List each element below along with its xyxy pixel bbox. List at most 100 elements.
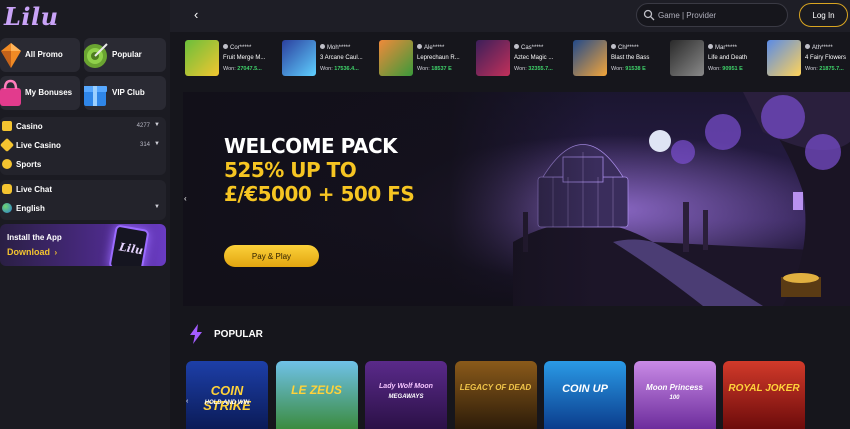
recent-win-item[interactable]: Cas***** Aztec Magic ... Won: 32355.7... [474, 38, 566, 80]
sidebar-item-label: Sports [16, 160, 42, 169]
winner-name: Mar***** [708, 44, 737, 51]
recent-win-item[interactable]: Ale***** Leprechaun R... Won: 18537 E [377, 38, 469, 80]
sidebar-tile-all-promo[interactable]: All Promo [0, 38, 80, 72]
sidebar-tile-popular[interactable]: Popular [84, 38, 166, 72]
hero-headline: WELCOME PACK [224, 134, 398, 158]
game-thumbnail[interactable] [282, 40, 316, 76]
game-card[interactable]: LE ZEUS [275, 361, 358, 429]
chevron-down-icon[interactable]: ▼ [154, 122, 160, 128]
sidebar-tile-my-bonuses[interactable]: My Bonuses [0, 76, 80, 110]
welcome-pack-banner[interactable]: ‹ WELCOME PACK 525% UP TO £/€5000 + 500 … [183, 92, 850, 306]
game-name: Blast the Bass [611, 55, 650, 61]
sidebar-item-label: Live Casino [16, 141, 61, 150]
game-thumbnail[interactable] [379, 40, 413, 76]
sidebar-item-label: Casino [16, 122, 43, 131]
game-thumbnail[interactable] [670, 40, 704, 76]
winner-name: Chl***** [611, 44, 639, 51]
sidebar-tile-label: All Promo [25, 50, 63, 59]
phone-logo-text: Lilu [118, 240, 145, 258]
game-name: Aztec Magic ... [514, 55, 554, 61]
language-selector[interactable]: English ▼ [0, 199, 166, 218]
phone-illustration: Lilu [108, 224, 150, 266]
sidebar-tile-vip-club[interactable]: VIP Club [84, 76, 166, 110]
game-thumbnail[interactable] [185, 40, 219, 76]
chevron-down-icon[interactable]: ▼ [154, 204, 160, 210]
game-count: 4277 [136, 123, 150, 129]
sidebar-item-label: Live Chat [16, 185, 53, 194]
sidebar-item-live-casino[interactable]: Live Casino 314 ▼ [0, 136, 166, 155]
game-title: Moon Princess [646, 383, 703, 392]
win-amount: Won: 90951 E [708, 66, 743, 72]
sidebar-tile-label: VIP Club [112, 88, 145, 97]
game-subtitle: MEGAWAYS [388, 394, 424, 400]
sidebar-item-live-chat[interactable]: Live Chat [0, 180, 166, 199]
user-icon [417, 44, 422, 49]
recent-win-item[interactable]: Cor***** Fruit Merge M... Won: 27047.5... [183, 38, 275, 80]
ball-icon [2, 159, 12, 169]
brand-logo[interactable]: Lilu [4, 2, 59, 31]
game-card[interactable]: LEGACY OF DEAD [454, 361, 537, 429]
game-thumbnail[interactable] [573, 40, 607, 76]
game-title: LE ZEUS [291, 383, 342, 397]
install-app-title: Install the App [7, 233, 62, 242]
gift-box-icon [84, 86, 107, 106]
sidebar-item-casino[interactable]: Casino 4277 ▼ [0, 117, 166, 136]
games-prev-arrow[interactable]: ‹ [186, 398, 188, 405]
game-name: Fruit Merge M... [223, 55, 266, 61]
game-thumbnail[interactable] [476, 40, 510, 76]
pay-and-play-button[interactable]: Pay & Play [224, 245, 319, 267]
win-amount: Won: 21875.7... [805, 66, 844, 72]
winner-name: Ale***** [417, 44, 444, 51]
winner-name: Cor***** [223, 44, 251, 51]
chevron-down-icon[interactable]: ▼ [154, 141, 160, 147]
lightning-icon [190, 324, 202, 344]
recent-win-item[interactable]: Ath***** 4 Fairy Flowers Won: 21875.7... [765, 38, 850, 80]
recent-win-item[interactable]: Mar***** Life and Death Won: 90951 E [668, 38, 760, 80]
game-thumbnail[interactable] [767, 40, 801, 76]
win-amount: Won: 18537 E [417, 66, 452, 72]
game-name: 4 Fairy Flowers [805, 55, 847, 61]
game-subtitle: 100 [669, 395, 680, 401]
game-title: LEGACY OF DEAD [459, 383, 532, 392]
user-icon [223, 44, 228, 49]
hero-offer-line: 525% UP TO [224, 158, 357, 182]
search-placeholder: Game | Provider [658, 11, 717, 20]
login-button[interactable]: Log In [799, 3, 848, 27]
hero-offer-amount: £/€5000 + 500 FS [224, 182, 415, 206]
globe-icon [2, 203, 12, 213]
game-card[interactable]: Lady Wolf Moon MEGAWAYS [365, 361, 447, 429]
game-card[interactable]: ROYAL JOKER [723, 361, 805, 429]
game-title: Lady Wolf Moon [379, 383, 433, 390]
sidebar-item-sports[interactable]: Sports [0, 155, 166, 174]
game-title: COIN UP [562, 383, 608, 395]
popular-games-row: COIN STRIKE HOLD AND WIN LE ZEUS Lady Wolf … [183, 361, 850, 429]
chat-icon [2, 184, 12, 194]
game-subtitle: HOLD AND WIN [204, 400, 250, 406]
download-label: Download [7, 247, 50, 257]
game-card[interactable]: COIN STRIKE HOLD AND WIN [186, 361, 268, 429]
game-count: 314 [139, 142, 150, 148]
winner-name: Ath***** [805, 44, 833, 51]
game-name: Leprechaun R... [417, 55, 460, 61]
hero-prev-arrow[interactable]: ‹ [184, 194, 187, 203]
game-card[interactable]: Moon Princess 100 [633, 361, 716, 429]
sidebar-tile-label: My Bonuses [25, 88, 73, 97]
user-icon [320, 44, 325, 49]
game-title: COIN STRIKE [203, 383, 251, 413]
user-icon [805, 44, 810, 49]
search-input[interactable]: Game | Provider [636, 3, 788, 27]
search-icon [643, 9, 655, 21]
target-icon [84, 43, 108, 68]
recent-win-item[interactable]: Moh***** 3 Arcane Caul... Won: 17536.4... [280, 38, 372, 80]
game-card[interactable]: COIN UP [544, 361, 626, 429]
recent-win-item[interactable]: Chl***** Blast the Bass Won: 91538 E [571, 38, 663, 80]
win-amount: Won: 27047.5... [223, 66, 262, 72]
chevron-right-icon: › [54, 248, 58, 257]
install-app-banner[interactable]: Install the App Download › Lilu [0, 224, 166, 266]
collapse-sidebar-chevron[interactable]: ‹ [194, 8, 210, 24]
dice-icon [2, 121, 12, 131]
sidebar-nav-group: Casino 4277 ▼ Live Casino 314 ▼ Sports [0, 117, 166, 175]
gem-icon [1, 43, 21, 68]
download-link[interactable]: Download › [7, 247, 57, 257]
win-amount: Won: 91538 E [611, 66, 646, 72]
